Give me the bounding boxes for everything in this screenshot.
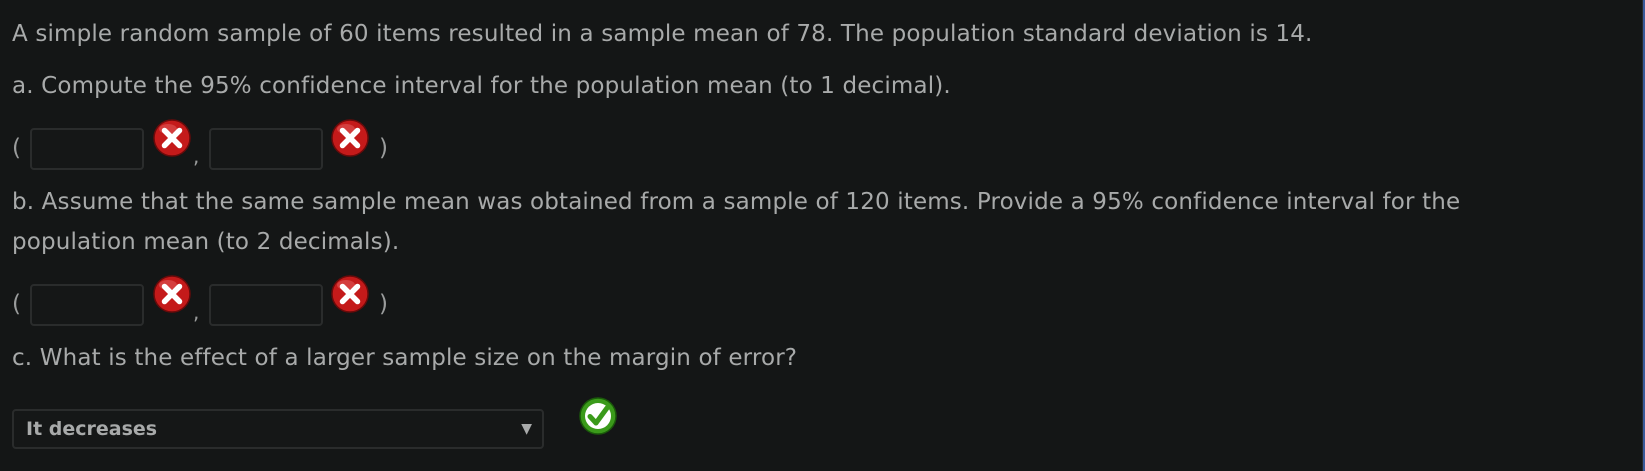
- close-paren: ): [379, 291, 388, 317]
- part-b-prompt-line-2: population mean (to 2 decimals).: [12, 229, 400, 255]
- incorrect-icon: [331, 275, 369, 313]
- open-paren: (: [12, 291, 21, 317]
- part-b-answer-row: ( , ): [12, 274, 612, 334]
- incorrect-icon: [331, 119, 369, 157]
- margin-of-error-effect-select[interactable]: It decreases ▼: [12, 409, 544, 449]
- part-c-prompt: c. What is the effect of a larger sample…: [12, 345, 798, 371]
- part-b-prompt-line-1: b. Assume that the same sample mean was …: [12, 189, 1461, 215]
- interval-comma: ,: [193, 144, 200, 168]
- part-a-prompt: a. Compute the 95% confidence interval f…: [12, 73, 951, 99]
- part-b-upper-bound-input[interactable]: [209, 284, 323, 326]
- incorrect-icon: [153, 275, 191, 313]
- part-a-lower-bound-input[interactable]: [30, 128, 144, 170]
- selected-option: It decreases: [26, 418, 158, 440]
- question-intro: A simple random sample of 60 items resul…: [12, 21, 1313, 47]
- open-paren: (: [12, 135, 21, 161]
- part-a-answer-row: ( , ): [12, 118, 612, 178]
- chevron-down-icon: ▼: [521, 421, 532, 437]
- incorrect-icon: [153, 119, 191, 157]
- correct-icon: [579, 397, 617, 435]
- interval-comma: ,: [193, 300, 200, 324]
- part-a-upper-bound-input[interactable]: [209, 128, 323, 170]
- close-paren: ): [379, 135, 388, 161]
- part-b-lower-bound-input[interactable]: [30, 284, 144, 326]
